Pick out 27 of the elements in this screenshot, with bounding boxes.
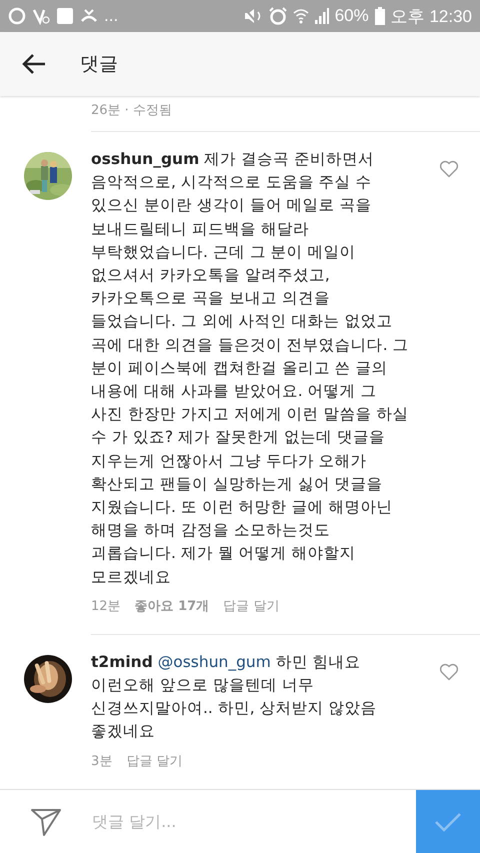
- more-notifications: ...: [104, 6, 118, 26]
- comment-time: 12분: [91, 598, 121, 615]
- app-icon: [8, 7, 26, 25]
- likes-link[interactable]: 좋아요 17개: [134, 596, 210, 615]
- clock: 오후 12:30: [390, 6, 472, 28]
- wifi-icon: [292, 7, 309, 25]
- battery-icon: [374, 7, 385, 25]
- comment-text: osshun_gum 제가 결승곡 준비하면서 음악적으로, 시각적으로 도움을 주실 수 있으신 분이란 생각이 들어 메일로 곡을 보내드릴테니 피드백을 해달라 부탁했었습니다. 근데 그 분이 메일이 없으셔서 카카오톡을 알려주셨고, 카카오톡으로 곡을 보내고 의견을 들었습니다. 그 외에 사적인 대화는 없었고 곡에 대한 의견을 들은것이 전부였습니다. 그 분이 페이스북에 캡쳐한걸 올리고 쓴 글의 내용에 대해 사과를 받았어요. 어떻게 그 사진 한장만 가지고 저에게 이런 말씀을 하실 수 가 있죠? 제가 잘못한게 없는데 댓글을 지우는게 언짢아서 그냥 두다가 오해가 확산되고 팬들이 실망하는게 싫어 댓글을 지웠습니다. 또 이런 허망한 글에 해명아닌 해명을 하며 감정을 소모하는것도 괴롭습니다. 제가 뭘 어떻게 해야할지 모르겠네요: [91, 149, 410, 588]
- mute-icon: [242, 7, 263, 25]
- reply-link[interactable]: 답글 달기: [126, 752, 182, 770]
- comment-time: 3분: [91, 752, 112, 770]
- app-icon: [32, 7, 50, 25]
- comment-text: t2mind @osshun_gum 하민 힘내요 이런오해 앞으로 많을텐데 너무 신경쓰지말아여.. 하민, 상처받지 않았음 좋겠네요: [91, 652, 378, 742]
- reply-link[interactable]: 답글 달기: [223, 596, 280, 615]
- check-icon: [434, 810, 462, 832]
- page-title: 댓글: [80, 52, 118, 77]
- comment-timestamp: 26분 · 수정됨: [91, 102, 173, 120]
- mention-link[interactable]: @osshun_gum: [158, 652, 271, 671]
- post-button[interactable]: [416, 790, 480, 853]
- heart-icon[interactable]: [439, 160, 459, 178]
- back-arrow-icon: [21, 53, 47, 75]
- heart-icon[interactable]: [439, 662, 459, 681]
- app-icon: [56, 7, 74, 25]
- comment-input[interactable]: 댓글 달기...: [90, 800, 416, 842]
- battery-percent: 60%: [334, 6, 369, 26]
- alarm-icon: [268, 7, 287, 25]
- signal-icon: [314, 8, 329, 24]
